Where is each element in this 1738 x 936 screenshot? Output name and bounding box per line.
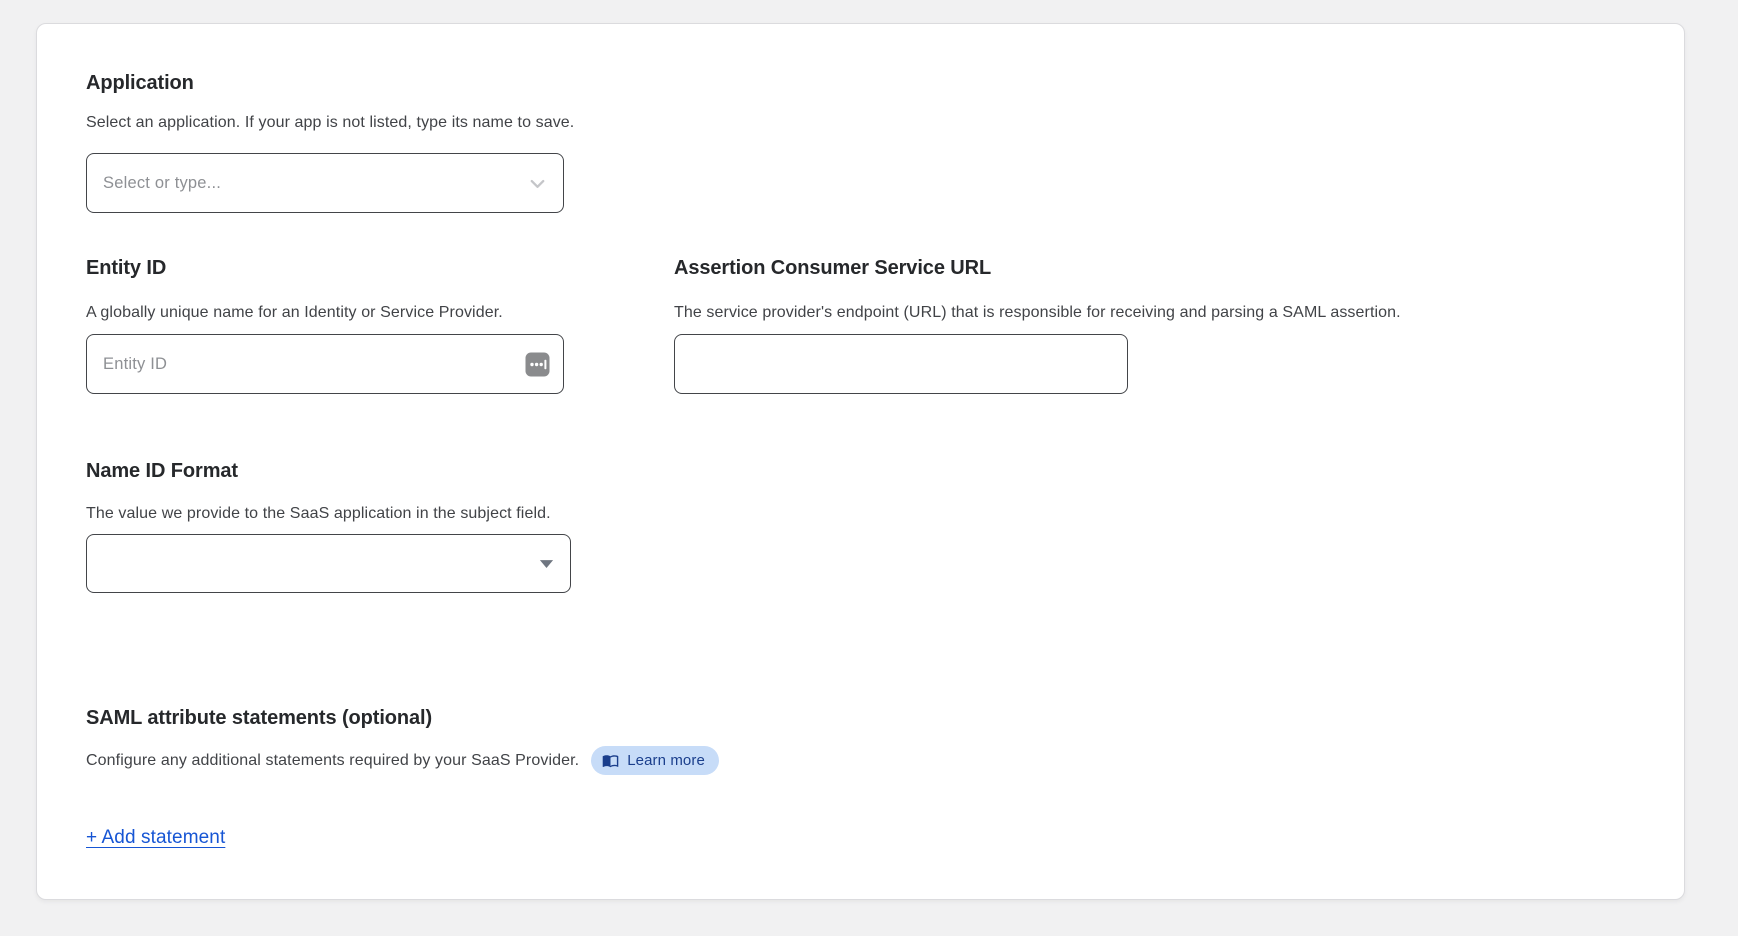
acs-url-title: Assertion Consumer Service URL: [674, 256, 1635, 281]
application-description: Select an application. If your app is no…: [86, 113, 1635, 132]
entity-id-field[interactable]: [86, 334, 564, 394]
application-section: Application Select an application. If yo…: [86, 71, 1635, 213]
saas-app-config-card: Application Select an application. If yo…: [36, 23, 1685, 900]
book-icon: [602, 752, 619, 769]
acs-url-input[interactable]: [674, 334, 1128, 394]
entity-id-description: A globally unique name for an Identity o…: [86, 303, 674, 322]
entity-acs-row: Entity ID A globally unique name for an …: [86, 256, 1635, 394]
acs-url-description: The service provider's endpoint (URL) th…: [674, 303, 1635, 322]
name-id-format-description: The value we provide to the SaaS applica…: [86, 504, 1635, 523]
add-statement-link[interactable]: + Add statement: [86, 827, 225, 849]
autofill-icon[interactable]: [525, 352, 550, 377]
name-id-format-title: Name ID Format: [86, 459, 1635, 484]
entity-id-input[interactable]: [103, 355, 525, 374]
name-id-format-section: Name ID Format The value we provide to t…: [86, 459, 1635, 593]
caret-down-icon: [538, 555, 555, 572]
application-select[interactable]: [86, 153, 564, 213]
chevron-down-icon: [526, 172, 549, 195]
learn-more-button[interactable]: Learn more: [591, 746, 719, 775]
application-select-input[interactable]: [103, 174, 526, 193]
acs-url-section: Assertion Consumer Service URL The servi…: [674, 256, 1635, 394]
entity-id-section: Entity ID A globally unique name for an …: [86, 256, 674, 394]
saml-attributes-section: SAML attribute statements (optional) Con…: [86, 706, 1635, 849]
application-title: Application: [86, 71, 1635, 96]
saml-attributes-description: Configure any additional statements requ…: [86, 751, 579, 770]
saml-attributes-description-row: Configure any additional statements requ…: [86, 746, 1635, 775]
page-background: Application Select an application. If yo…: [0, 0, 1738, 936]
learn-more-label: Learn more: [627, 752, 705, 769]
saml-attributes-title: SAML attribute statements (optional): [86, 706, 1635, 731]
entity-id-title: Entity ID: [86, 256, 674, 281]
name-id-format-select[interactable]: [86, 534, 571, 593]
